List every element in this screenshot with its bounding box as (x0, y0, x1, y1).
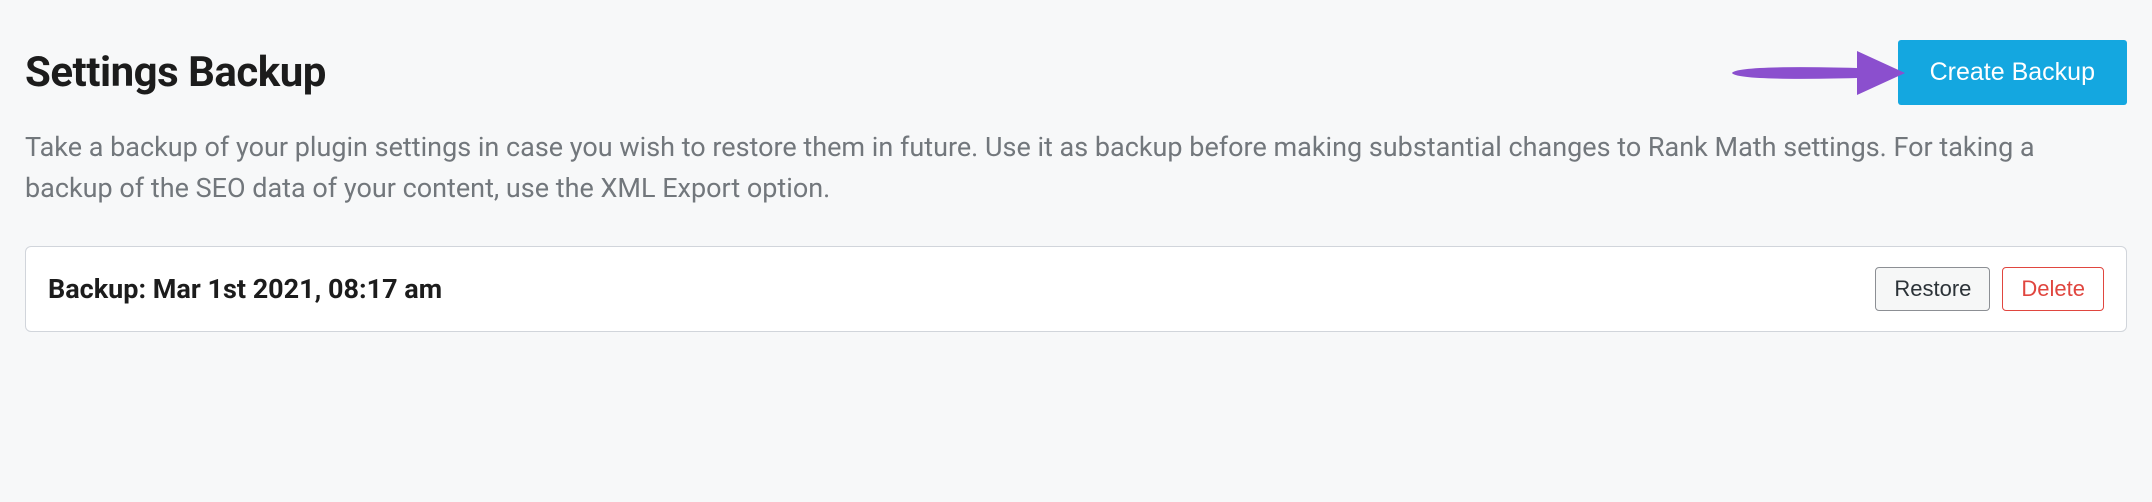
button-group: Restore Delete (1875, 267, 2104, 311)
section-title: Settings Backup (25, 48, 326, 97)
create-backup-button[interactable]: Create Backup (1898, 40, 2127, 105)
backup-row: Backup: Mar 1st 2021, 08:17 am Restore D… (25, 246, 2127, 332)
header-row: Settings Backup Create Backup (25, 40, 2127, 105)
restore-button[interactable]: Restore (1875, 267, 1990, 311)
arrow-annotation-icon (1727, 43, 1907, 103)
backup-label: Backup: Mar 1st 2021, 08:17 am (48, 273, 442, 305)
section-description: Take a backup of your plugin settings in… (25, 127, 2127, 208)
delete-button[interactable]: Delete (2002, 267, 2104, 311)
